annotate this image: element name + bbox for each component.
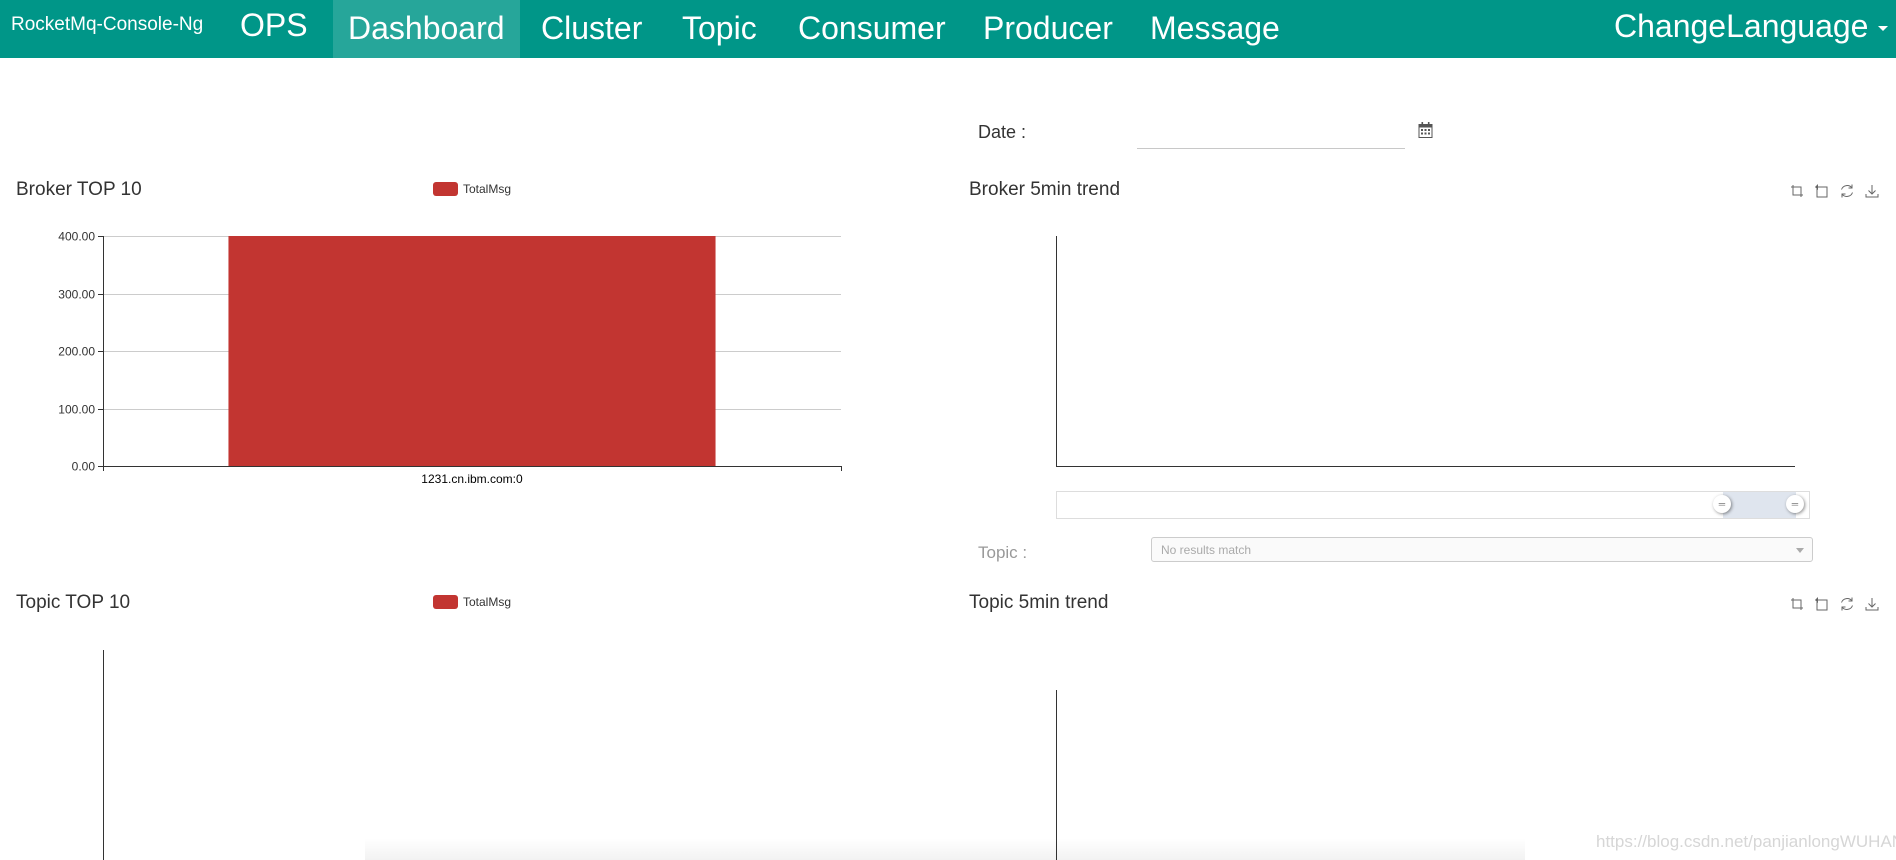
- y-tick-label: 300.00: [58, 288, 95, 302]
- datazoom-slider[interactable]: [1056, 491, 1810, 519]
- watermark: https://blog.csdn.net/panjianlongWUHAN: [1596, 832, 1896, 851]
- y-tick-label: 100.00: [58, 403, 95, 417]
- bar: [228, 236, 716, 466]
- y-tick-label: 0.00: [72, 460, 96, 474]
- y-tick-label: 200.00: [58, 345, 95, 359]
- topic-select-placeholder: No results match: [1161, 543, 1252, 557]
- topic-select[interactable]: No results match: [1151, 537, 1813, 562]
- datazoom-end-handle[interactable]: ═: [1786, 495, 1804, 513]
- datazoom-start-handle[interactable]: ═: [1713, 495, 1731, 513]
- y-tick-label: 400.00: [58, 230, 95, 244]
- topic-label: Topic :: [978, 543, 1028, 562]
- x-tick-label: 1231.cn.ibm.com:0: [421, 472, 523, 486]
- broker-top10-chart: 0.00 100.00 200.00 300.00 400.00 1231.cn.ibm.…: [58, 230, 842, 486]
- chevron-down-icon: [1796, 548, 1804, 553]
- datazoom-selection[interactable]: [1723, 492, 1796, 518]
- bottom-shadow: [365, 838, 1525, 860]
